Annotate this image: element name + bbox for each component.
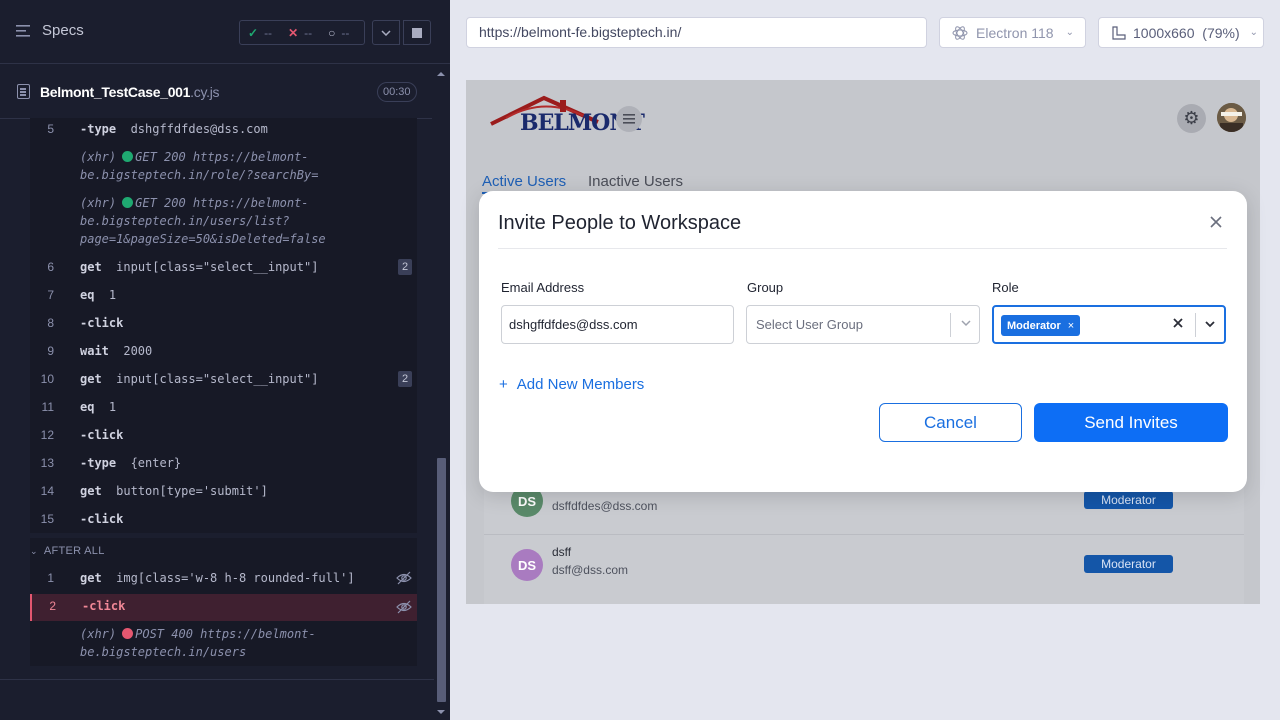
scroll-thumb[interactable] xyxy=(437,458,446,702)
tab-inactive-users[interactable]: Inactive Users xyxy=(588,173,683,190)
chevron-down-icon xyxy=(381,29,391,36)
run-timer: 00:30 xyxy=(377,82,417,102)
list-item[interactable]: DS dsff dsff@dss.com Moderator xyxy=(484,534,1244,600)
xhr-log-entry[interactable]: (xhr) GET 200 https://belmont-be.bigstept… xyxy=(80,194,326,248)
user-email: dsff@dss.com xyxy=(552,563,628,577)
plus-icon: + xyxy=(499,376,508,393)
after-all-hook: 1 get img[class='w-8 h-8 rounded-full'] … xyxy=(30,538,417,666)
tab-active-users[interactable]: Active Users xyxy=(482,173,567,194)
email-label: Email Address xyxy=(501,280,585,295)
scroll-up-arrow-icon xyxy=(437,72,445,76)
close-button[interactable] xyxy=(1206,212,1226,232)
send-invites-button[interactable]: Send Invites xyxy=(1034,403,1228,442)
success-dot-icon xyxy=(122,197,134,208)
url-bar[interactable]: https://belmont-fe.bigsteptech.in/ xyxy=(466,17,927,48)
role-label: Role xyxy=(992,280,1019,295)
hamburger-icon xyxy=(623,114,635,124)
specs-toggle[interactable]: Specs xyxy=(16,22,84,39)
ruler-icon xyxy=(1112,25,1126,40)
list-menu-icon xyxy=(16,24,30,37)
browser-selector[interactable]: Electron 118 ⌄ xyxy=(939,17,1086,48)
document-icon xyxy=(17,84,30,99)
settings-button[interactable]: ⚙ xyxy=(1177,104,1206,133)
role-badge: Moderator xyxy=(1084,491,1173,509)
eye-slash-icon xyxy=(396,600,412,614)
divider xyxy=(950,313,951,337)
user-initials-avatar: DS xyxy=(511,549,543,581)
add-new-members-label: Add New Members xyxy=(516,376,645,393)
chevron-down-icon: ⌄ xyxy=(30,546,38,556)
pending-count: -- xyxy=(341,25,350,40)
spec-file-name: Belmont_TestCase_001.cy.js xyxy=(40,84,220,100)
chevron-down-icon xyxy=(961,320,971,327)
modal-title: Invite People to Workspace xyxy=(498,212,742,234)
clear-icon[interactable] xyxy=(1169,314,1187,332)
divider xyxy=(0,679,434,680)
specs-label: Specs xyxy=(42,22,84,39)
viewport-selector[interactable]: 1000x660 (79%) ⌄ xyxy=(1098,17,1264,48)
eye-slash-icon xyxy=(396,571,412,585)
email-field[interactable]: dshgffdfdes@dss.com xyxy=(501,305,734,344)
command-log-panel: Specs ✓ -- ✕ -- ○ -- Belmont_TestCase_001.c… xyxy=(0,0,450,720)
scroll-down-arrow-icon xyxy=(437,710,445,714)
add-new-members-link[interactable]: + Add New Members xyxy=(499,376,644,393)
element-count-badge: 2 xyxy=(398,371,412,387)
close-icon xyxy=(1210,216,1222,228)
passed-check-icon: ✓ xyxy=(248,25,259,40)
cancel-button[interactable]: Cancel xyxy=(879,403,1022,442)
remove-chip-icon[interactable]: × xyxy=(1068,320,1074,332)
role-badge: Moderator xyxy=(1084,555,1173,573)
electron-icon xyxy=(952,25,968,40)
pending-circle-icon: ○ xyxy=(328,25,336,40)
test-stats: ✓ -- ✕ -- ○ -- xyxy=(239,20,365,45)
hamburger-menu-button[interactable] xyxy=(616,106,642,132)
browser-name: Electron 118 xyxy=(976,24,1054,41)
specs-header: Specs ✓ -- ✕ -- ○ -- xyxy=(0,0,450,64)
passed-count: -- xyxy=(264,25,273,40)
role-chip: Moderator × xyxy=(1001,315,1081,336)
chevron-down-icon[interactable] xyxy=(1204,318,1216,330)
xhr-log-entry[interactable]: (xhr) GET 200 https://belmont-be.bigstept… xyxy=(80,148,318,184)
gear-icon: ⚙ xyxy=(1183,108,1200,128)
invite-modal: Invite People to Workspace Email Address… xyxy=(479,191,1247,492)
stop-button[interactable] xyxy=(403,20,431,45)
divider xyxy=(1195,313,1196,337)
chevron-down-icon: ⌄ xyxy=(1249,27,1259,38)
divider xyxy=(498,248,1227,249)
element-count-badge: 2 xyxy=(398,259,412,275)
role-chip-label: Moderator xyxy=(1007,319,1061,332)
failed-count: -- xyxy=(304,25,313,40)
spec-file-header: Belmont_TestCase_001.cy.js xyxy=(0,65,432,119)
user-avatar[interactable] xyxy=(1217,103,1246,132)
command-list: 5 -type dshgffdfdes@dss.com (xhr) GET 200… xyxy=(30,118,417,533)
chevron-down-icon: ⌄ xyxy=(1065,27,1074,38)
avatar-image xyxy=(1217,103,1246,132)
failed-x-icon: ✕ xyxy=(288,25,299,40)
chevron-down-button[interactable] xyxy=(372,20,400,45)
group-placeholder: Select User Group xyxy=(756,317,863,332)
role-select[interactable]: Moderator × xyxy=(992,305,1226,344)
xhr-log-entry[interactable]: (xhr) POST 400 https://belmont-be.bigstep… xyxy=(80,625,316,661)
user-name: dsff xyxy=(552,545,572,559)
group-select[interactable]: Select User Group xyxy=(746,305,980,344)
success-dot-icon xyxy=(122,151,134,162)
error-dot-icon xyxy=(122,628,134,639)
viewport-size: 1000x660 (79%) xyxy=(1133,24,1240,41)
after-all-header[interactable]: ⌄ AFTER ALL xyxy=(30,545,105,557)
user-email: dsffdfdes@dss.com xyxy=(552,499,658,513)
group-label: Group xyxy=(747,280,784,295)
failed-command-row[interactable]: 2 -click xyxy=(30,594,417,621)
stop-square-icon xyxy=(412,27,422,38)
